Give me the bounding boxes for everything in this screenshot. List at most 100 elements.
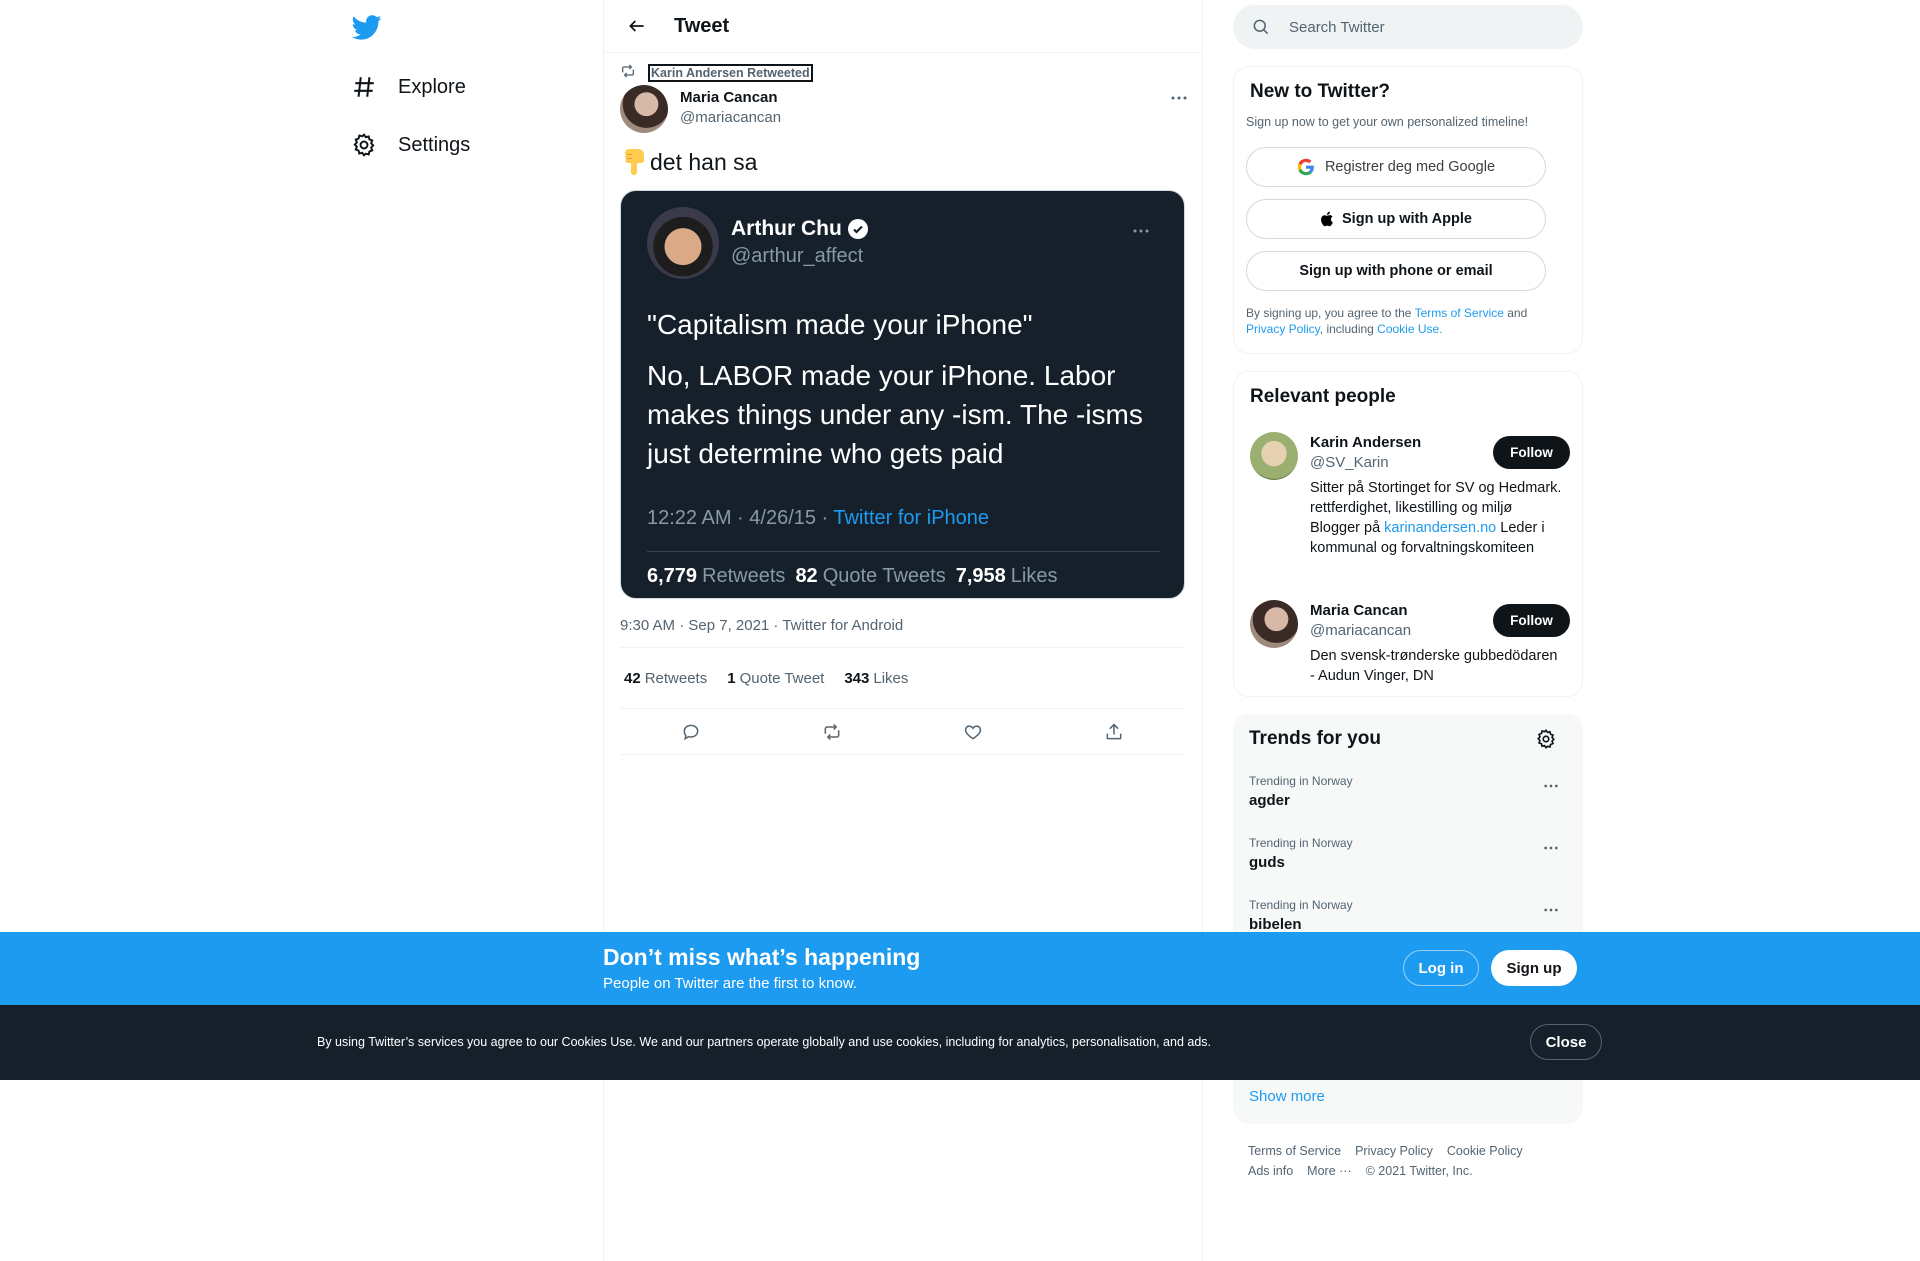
new-to-twitter-card: New to Twitter? Sign up now to get your … — [1233, 66, 1583, 354]
avatar[interactable] — [1250, 600, 1298, 648]
apple-icon — [1320, 210, 1336, 228]
google-icon — [1297, 158, 1315, 176]
retweet-context-link[interactable]: Karin Andersen Retweeted — [648, 63, 813, 82]
google-signup-button[interactable]: Registrer deg med Google — [1246, 147, 1546, 187]
more-options-icon[interactable] — [1543, 838, 1559, 856]
verified-badge-icon — [847, 219, 868, 239]
follow-button[interactable]: Follow — [1493, 436, 1570, 469]
trend-name: agder — [1249, 792, 1290, 809]
pointing-down-emoji-icon — [620, 148, 646, 176]
person-handle[interactable]: @mariacancan — [1310, 622, 1411, 639]
embedded-likes: 7,958 Likes — [955, 565, 1058, 587]
trend-item[interactable]: Trending in Norway guds — [1249, 836, 1567, 886]
bio-link[interactable]: karinandersen.no — [1384, 520, 1496, 536]
follow-button[interactable]: Follow — [1493, 604, 1570, 637]
person-name[interactable]: Karin Andersen — [1310, 434, 1421, 451]
person-karin-andersen: Karin Andersen @SV_Karin Follow Sitter p… — [1250, 432, 1570, 582]
embedded-author: Arthur Chu — [731, 217, 868, 241]
reply-icon[interactable] — [674, 715, 708, 749]
embedded-author-name: Arthur Chu — [731, 217, 842, 240]
signup-legal-text: By signing up, you agree to the Terms of… — [1246, 306, 1528, 336]
retweets-stat[interactable]: 42 Retweets — [624, 670, 707, 687]
nav-settings[interactable]: Settings — [350, 125, 470, 165]
search-input[interactable] — [1289, 18, 1549, 36]
trends-settings-gear-icon[interactable] — [1535, 728, 1559, 752]
share-icon[interactable] — [1097, 715, 1131, 749]
gear-icon — [350, 131, 378, 159]
tweet-text: det han sa — [620, 148, 757, 176]
phone-email-signup-button[interactable]: Sign up with phone or email — [1246, 251, 1546, 291]
retweet-context: Karin Andersen Retweeted — [620, 63, 813, 82]
more-options-icon[interactable] — [1543, 900, 1559, 918]
quotes-stat[interactable]: 1 Quote Tweet — [727, 670, 824, 687]
tweet-stats: 42 Retweets 1 Quote Tweet 343 Likes — [620, 647, 1185, 709]
back-arrow-icon[interactable] — [620, 9, 654, 43]
embedded-quotes: 82 Quote Tweets — [795, 565, 946, 587]
terms-link[interactable]: Terms of Service — [1415, 306, 1504, 320]
footer-privacy-link[interactable]: Privacy Policy — [1355, 1144, 1433, 1158]
new-to-twitter-title: New to Twitter? — [1250, 81, 1391, 102]
google-signup-label: Registrer deg med Google — [1324, 159, 1496, 175]
embedded-stats: 6,779 Retweets 82 Quote Tweets 7,958 Likes — [647, 565, 1058, 588]
trend-name: guds — [1249, 854, 1285, 871]
page-title: Tweet — [674, 14, 730, 37]
trend-context: Trending in Norway — [1249, 774, 1353, 788]
more-options-icon[interactable] — [1543, 776, 1559, 794]
person-name[interactable]: Maria Cancan — [1310, 602, 1408, 619]
person-bio: Den svensk-trønderske gubbedödaren - Aud… — [1310, 648, 1558, 684]
show-more-link[interactable]: Show more — [1249, 1088, 1325, 1105]
nav-settings-label: Settings — [398, 133, 471, 156]
relevant-people-card: Relevant people Karin Andersen @SV_Karin… — [1233, 371, 1583, 697]
person-handle[interactable]: @SV_Karin — [1310, 454, 1389, 471]
nav-explore[interactable]: Explore — [350, 67, 466, 107]
privacy-link[interactable]: Privacy Policy — [1246, 322, 1320, 336]
footer-terms-link[interactable]: Terms of Service — [1248, 1144, 1341, 1158]
twitter-logo-icon[interactable] — [351, 12, 382, 42]
banner-subtitle: People on Twitter are the first to know. — [603, 975, 858, 992]
embedded-time: 12:22 AM · 4/26/15 · Twitter for iPhone — [647, 507, 989, 530]
login-banner: Don’t miss what’s happening People on Tw… — [0, 932, 1920, 1005]
likes-stat[interactable]: 343 Likes — [844, 670, 908, 687]
author-name[interactable]: Maria Cancan — [680, 89, 778, 106]
embedded-avatar — [647, 207, 719, 279]
divider — [647, 551, 1160, 552]
footer-more-link[interactable]: More ··· — [1307, 1164, 1351, 1178]
embedded-retweets: 6,779 Retweets — [647, 565, 786, 587]
like-icon[interactable] — [956, 715, 990, 749]
search-bar[interactable] — [1233, 5, 1583, 49]
retweet-action-icon[interactable] — [815, 715, 849, 749]
person-maria-cancan: Maria Cancan @mariacancan Follow Den sve… — [1250, 600, 1570, 690]
trend-context: Trending in Norway — [1249, 898, 1353, 912]
avatar[interactable] — [1250, 432, 1298, 480]
footer-ads-link[interactable]: Ads info — [1248, 1164, 1293, 1178]
trend-item[interactable]: Trending in Norway agder — [1249, 774, 1567, 824]
hashtag-icon — [350, 73, 378, 101]
banner-title: Don’t miss what’s happening — [603, 944, 921, 970]
trends-title: Trends for you — [1249, 728, 1381, 749]
author-avatar[interactable] — [620, 85, 668, 133]
retweet-icon — [620, 63, 636, 82]
signup-button[interactable]: Sign up — [1491, 950, 1577, 986]
apple-signup-button[interactable]: Sign up with Apple — [1246, 199, 1546, 239]
embedded-body: No, LABOR made your iPhone. Labor makes … — [647, 360, 1143, 469]
footer-cookie-link[interactable]: Cookie Policy — [1447, 1144, 1523, 1158]
tweet-image[interactable]: Arthur Chu @arthur_affect "Capitalism ma… — [620, 190, 1185, 599]
tweet-timestamp[interactable]: 9:30 AM · Sep 7, 2021 · Twitter for Andr… — [620, 617, 903, 634]
login-button[interactable]: Log in — [1403, 950, 1479, 986]
tweet-text-content: det han sa — [650, 148, 758, 175]
nav-explore-label: Explore — [398, 75, 466, 98]
embedded-time-text: 12:22 AM · 4/26/15 · — [647, 507, 834, 529]
more-options-icon[interactable] — [1164, 88, 1194, 108]
author-handle[interactable]: @mariacancan — [680, 109, 781, 126]
footer-links: Terms of Service Privacy Policy Cookie Pol… — [1248, 1141, 1568, 1181]
embedded-quote: "Capitalism made your iPhone" — [647, 309, 1033, 340]
cookie-consent-bar: By using Twitter’s services you agree to… — [0, 1005, 1920, 1080]
search-icon — [1251, 17, 1271, 37]
footer-copyright: © 2021 Twitter, Inc. — [1365, 1164, 1473, 1178]
cookie-use-link[interactable]: Cookie Use. — [1377, 322, 1442, 336]
cookie-close-button[interactable]: Close — [1530, 1024, 1602, 1060]
person-bio: Sitter på Stortinget for SV og Hedmark. … — [1310, 480, 1562, 556]
tweet-header: Tweet — [604, 0, 1202, 53]
phone-email-signup-label: Sign up with phone or email — [1299, 263, 1493, 279]
tweet-actions — [620, 709, 1185, 755]
